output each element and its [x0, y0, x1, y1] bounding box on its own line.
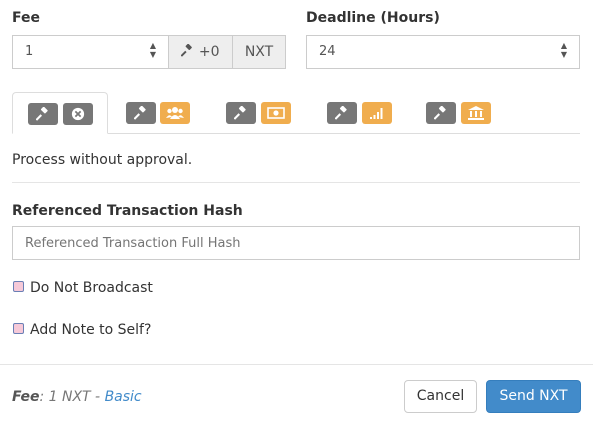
users-badge: [160, 102, 190, 124]
add-note-label: Add Note to Self?: [30, 322, 152, 338]
close-badge: [63, 103, 93, 125]
fee-input[interactable]: 1 ▲ ▼: [12, 35, 169, 69]
gavel-badge: [126, 102, 156, 124]
signal-icon: [370, 108, 383, 119]
send-nxt-button[interactable]: Send NXT: [486, 380, 581, 413]
fee-summary-label: Fee: [12, 389, 40, 405]
money-icon: [267, 107, 285, 119]
gavel-icon: [181, 43, 193, 57]
signal-badge: [362, 102, 392, 124]
fee-type-link[interactable]: Basic: [105, 389, 142, 405]
approval-description: Process without approval.: [12, 152, 193, 168]
spin-down-icon[interactable]: ▼: [148, 50, 158, 59]
deadline-value: 24: [319, 44, 336, 59]
spin-up-icon[interactable]: ▲: [559, 41, 569, 50]
gavel-icon: [434, 106, 446, 120]
fee-summary-value: : 1 NXT -: [39, 389, 105, 405]
bank-icon: [468, 106, 484, 120]
do-not-broadcast-label: Do Not Broadcast: [30, 280, 153, 296]
spin-down-icon[interactable]: ▼: [559, 50, 569, 59]
do-not-broadcast-checkbox[interactable]: [13, 281, 24, 292]
gavel-badge: [327, 102, 357, 124]
fee-currency: NXT: [232, 35, 286, 69]
fee-spinner[interactable]: ▲ ▼: [148, 41, 158, 63]
fee-label: Fee: [12, 10, 40, 26]
close-circle-icon: [71, 107, 85, 121]
tab-vote-approval[interactable]: [314, 92, 404, 134]
bank-badge: [461, 102, 491, 124]
fee-addon: +0: [168, 35, 233, 69]
gavel-icon: [134, 106, 146, 120]
divider: [12, 182, 580, 183]
spin-up-icon[interactable]: ▲: [148, 41, 158, 50]
gavel-badge: [226, 102, 256, 124]
tab-balance-approval[interactable]: [213, 92, 303, 134]
referenced-hash-input[interactable]: [12, 226, 580, 260]
gavel-badge: [426, 102, 456, 124]
gavel-icon: [36, 107, 48, 121]
fee-summary: Fee: 1 NXT - Basic: [12, 389, 142, 405]
gavel-badge: [28, 103, 58, 125]
users-icon: [166, 107, 184, 119]
referenced-hash-label: Referenced Transaction Hash: [12, 203, 243, 219]
tab-account-approval[interactable]: [113, 92, 203, 134]
tab-asset-approval[interactable]: [413, 92, 503, 134]
footer-divider: [0, 364, 593, 365]
deadline-spinner[interactable]: ▲ ▼: [559, 41, 569, 63]
cancel-button[interactable]: Cancel: [404, 380, 477, 413]
fee-addon-value: +0: [198, 44, 220, 60]
gavel-icon: [234, 106, 246, 120]
gavel-icon: [335, 106, 347, 120]
deadline-label: Deadline (Hours): [306, 10, 440, 26]
deadline-input[interactable]: 24 ▲ ▼: [306, 35, 580, 69]
money-badge: [261, 102, 291, 124]
tab-no-approval[interactable]: [12, 92, 108, 134]
add-note-checkbox[interactable]: [13, 323, 24, 334]
fee-value: 1: [25, 44, 34, 59]
